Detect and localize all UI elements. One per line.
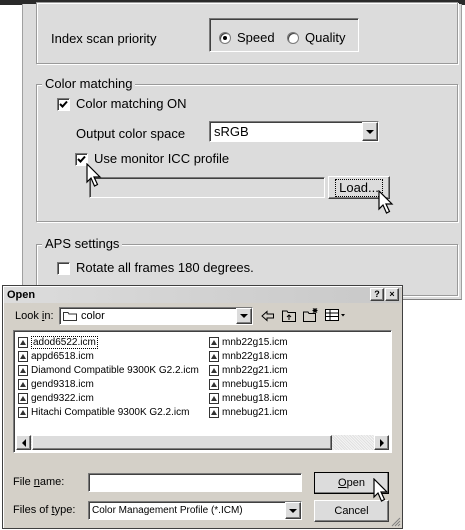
load-button-label: Load...: [335, 178, 383, 197]
icm-file-icon: [209, 392, 219, 404]
scroll-thumb[interactable]: [32, 435, 332, 450]
list-item[interactable]: Diamond Compatible 9300K G2.2.icm: [18, 363, 206, 377]
file-name-label: File name:: [13, 476, 65, 488]
look-in-label: Look in:: [15, 310, 54, 322]
close-icon: ×: [389, 289, 395, 299]
checkmark-icon: [59, 100, 68, 108]
icm-file-icon: [209, 364, 219, 376]
new-folder-icon[interactable]: [303, 308, 319, 322]
color-matching-title: Color matching: [42, 76, 136, 92]
list-item[interactable]: mnebug15.icm: [209, 377, 379, 391]
list-item[interactable]: gend9322.icm: [18, 391, 206, 405]
radio-speed[interactable]: [219, 32, 231, 44]
file-list[interactable]: adod6522.icm appd6518.icm Diamond Compat…: [13, 330, 392, 453]
index-scan-label: Index scan priority: [51, 31, 157, 46]
radio-quality[interactable]: [287, 32, 299, 44]
radio-speed-label[interactable]: Speed: [237, 30, 275, 46]
icc-profile-path-field: [89, 177, 325, 198]
radio-quality-label[interactable]: Quality: [305, 30, 345, 46]
close-button[interactable]: ×: [385, 288, 399, 301]
icm-file-icon: [18, 350, 28, 362]
file-type-dropdown-button[interactable]: [285, 502, 301, 519]
file-name-input[interactable]: [88, 473, 302, 492]
output-color-space-value: sRGB: [214, 124, 249, 139]
chevron-down-icon: [366, 129, 374, 134]
load-button[interactable]: Load...: [328, 176, 390, 199]
rotate-frames-checkbox[interactable]: [57, 262, 70, 275]
open-button[interactable]: Open: [314, 472, 389, 494]
view-menu-icon[interactable]: [325, 309, 347, 321]
list-item[interactable]: appd6518.icm: [18, 349, 206, 363]
output-color-space-label: Output color space: [76, 126, 186, 141]
icm-file-icon: [209, 350, 219, 362]
color-matching-checkbox[interactable]: [57, 98, 70, 111]
icm-file-icon: [209, 336, 219, 348]
chevron-down-icon: [289, 508, 297, 513]
monitor-icc-label[interactable]: Use monitor ICC profile: [94, 151, 229, 167]
settings-panel: Index scan priority Speed Quality Color …: [22, 2, 462, 300]
look-in-dropdown-button[interactable]: [236, 308, 252, 324]
look-in-select[interactable]: color: [59, 307, 253, 325]
icm-file-icon: [18, 378, 28, 390]
monitor-icc-checkbox[interactable]: [75, 153, 88, 166]
cancel-button-label: Cancel: [334, 505, 369, 517]
file-type-select[interactable]: Color Management Profile (*.ICM): [88, 501, 302, 520]
icm-file-icon: [209, 378, 219, 390]
arrow-right-icon: [379, 438, 384, 447]
file-type-label: Files of type:: [13, 504, 76, 516]
list-item[interactable]: mnb22g15.icm: [209, 335, 379, 349]
help-button[interactable]: ?: [370, 288, 384, 301]
horizontal-scrollbar[interactable]: [16, 435, 389, 450]
icm-file-icon: [18, 336, 28, 348]
list-item[interactable]: mnebug21.icm: [209, 405, 379, 419]
resize-grip-icon[interactable]: [390, 516, 401, 527]
list-item[interactable]: mnb22g18.icm: [209, 349, 379, 363]
help-icon: ?: [374, 289, 380, 299]
icm-file-icon: [18, 406, 28, 418]
up-folder-icon[interactable]: [282, 309, 296, 322]
back-arrow-icon[interactable]: [261, 310, 275, 322]
checkmark-icon: [77, 155, 86, 163]
look-in-value: color: [81, 310, 105, 322]
dialog-title: Open: [7, 289, 36, 301]
rotate-frames-label[interactable]: Rotate all frames 180 degrees.: [76, 260, 254, 276]
scroll-left-button[interactable]: [16, 435, 31, 450]
aps-settings-title: APS settings: [42, 236, 123, 252]
open-button-label: Open: [338, 477, 365, 489]
list-item[interactable]: Hitachi Compatible 9300K G2.2.icm: [18, 405, 206, 419]
output-color-space-select[interactable]: sRGB: [209, 121, 379, 142]
arrow-left-icon: [21, 438, 26, 447]
file-list-column-1: adod6522.icm appd6518.icm Diamond Compat…: [18, 335, 206, 419]
file-list-column-2: mnb22g15.icm mnb22g18.icm mnb22g21.icm m…: [209, 335, 379, 419]
list-item[interactable]: mnb22g21.icm: [209, 363, 379, 377]
list-item[interactable]: mnebug18.icm: [209, 391, 379, 405]
file-type-value: Color Management Profile (*.ICM): [92, 505, 243, 516]
icm-file-icon: [18, 392, 28, 404]
list-item[interactable]: gend9318.icm: [18, 377, 206, 391]
dialog-title-bar: Open: [4, 287, 401, 303]
output-color-space-dropdown-button[interactable]: [362, 122, 378, 141]
list-item[interactable]: adod6522.icm: [18, 335, 206, 349]
open-file-dialog: Open ? × Look in: color adod6522.icm app…: [2, 285, 403, 529]
cancel-button[interactable]: Cancel: [314, 500, 389, 522]
scroll-right-button[interactable]: [374, 435, 389, 450]
color-matching-label[interactable]: Color matching ON: [76, 96, 187, 112]
folder-icon: [63, 312, 77, 321]
chevron-down-icon: [240, 314, 248, 318]
icm-file-icon: [209, 406, 219, 418]
icm-file-icon: [18, 364, 28, 376]
